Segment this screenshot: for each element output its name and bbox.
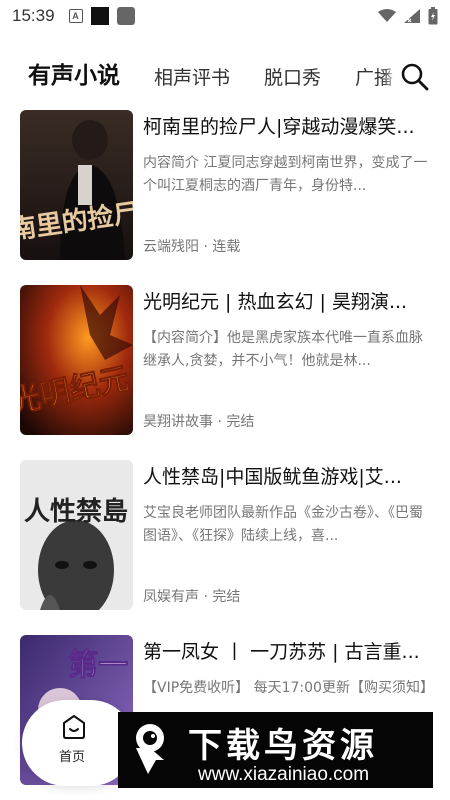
meta-separator: · [217, 414, 222, 430]
book-status: 完结 [226, 414, 255, 430]
tab-radio[interactable]: 广播 [355, 63, 393, 100]
tab-audio-novel[interactable]: 有声小说 [28, 56, 120, 100]
book-cover: 人性禁島 [20, 460, 133, 610]
book-status: 连载 [212, 239, 241, 255]
search-button[interactable] [400, 62, 430, 92]
book-meta: 昊翔讲故事 · 完结 [143, 411, 254, 431]
book-author: 云端残阳 [143, 239, 199, 255]
status-system-icons [378, 7, 438, 25]
book-cover: 光明纪元 [20, 285, 133, 435]
book-status: 完结 [212, 589, 241, 605]
search-icon [401, 63, 429, 91]
cover-title-text: 人性禁島 [24, 497, 128, 527]
home-icon [63, 715, 85, 739]
book-description: 内容简介 江夏同志穿越到柯南世界，变成了一个叫江夏桐志的酒厂青年，身份特... [143, 155, 428, 194]
status-time: 15:39 [12, 6, 55, 25]
book-author: 凤娱有声 [143, 589, 199, 605]
wifi-icon [378, 9, 396, 22]
book-title: 光明纪元 | 热血玄幻 | 昊翔演... [143, 291, 408, 313]
battery-icon [428, 7, 438, 25]
black-square-icon [90, 7, 109, 25]
home-label: 首页 [58, 750, 85, 765]
a-badge-icon: A [68, 9, 83, 23]
watermark-banner: 下载鸟资源 www.xiazainiao.com [118, 712, 433, 788]
book-title: 柯南里的捡尸人|穿越动漫爆笑... [143, 116, 415, 138]
gray-square-icon [116, 7, 135, 25]
book-author: 昊翔讲故事 [143, 414, 213, 430]
bird-logo-icon [136, 724, 164, 774]
watermark-url: www.xiazainiao.com [198, 764, 370, 785]
status-notification-icons: A [68, 7, 135, 25]
tab-talk-show[interactable]: 脱口秀 [264, 63, 321, 100]
watermark-title: 下载鸟资源 [188, 726, 378, 766]
book-meta: 凤娱有声 · 完结 [143, 586, 240, 606]
cover-title-text: 第一 [68, 648, 128, 683]
meta-separator: · [203, 239, 208, 255]
book-list: 柯南里的捡尸人 柯南里的捡尸人|穿越动漫爆笑... 内容简介 江夏同志穿越到柯南… [0, 110, 450, 800]
category-tabs: 有声小说 相声评书 脱口秀 广播 [0, 52, 450, 100]
status-bar: 15:39 A [0, 0, 450, 32]
list-item[interactable]: 人性禁島 人性禁岛|中国版鱿鱼游戏|艾... 艾宝良老师团队最新作品《金沙古卷》… [0, 460, 450, 635]
signal-icon [404, 9, 420, 23]
book-description: 【内容简介】他是黑虎家族本代唯一直系血脉继承人,贪婪，并不小气！他就是林... [143, 330, 423, 369]
book-title: 人性禁岛|中国版鱿鱼游戏|艾... [143, 466, 402, 488]
book-cover: 柯南里的捡尸人 [20, 110, 133, 260]
book-meta: 云端残阳 · 连载 [143, 236, 240, 256]
list-item[interactable]: 柯南里的捡尸人 柯南里的捡尸人|穿越动漫爆笑... 内容简介 江夏同志穿越到柯南… [0, 110, 450, 285]
list-item[interactable]: 光明纪元 光明纪元 | 热血玄幻 | 昊翔演... 【内容简介】他是黑虎家族本代… [0, 285, 450, 460]
book-description: 艾宝良老师团队最新作品《金沙古卷》、《巴蜀图语》、《狂探》陆续上线，喜... [143, 505, 423, 544]
tab-crosstalk-storytelling[interactable]: 相声评书 [154, 63, 230, 100]
meta-separator: · [203, 589, 208, 605]
book-title: 第一凤女 丨 一刀苏苏 | 古言重... [143, 641, 420, 663]
